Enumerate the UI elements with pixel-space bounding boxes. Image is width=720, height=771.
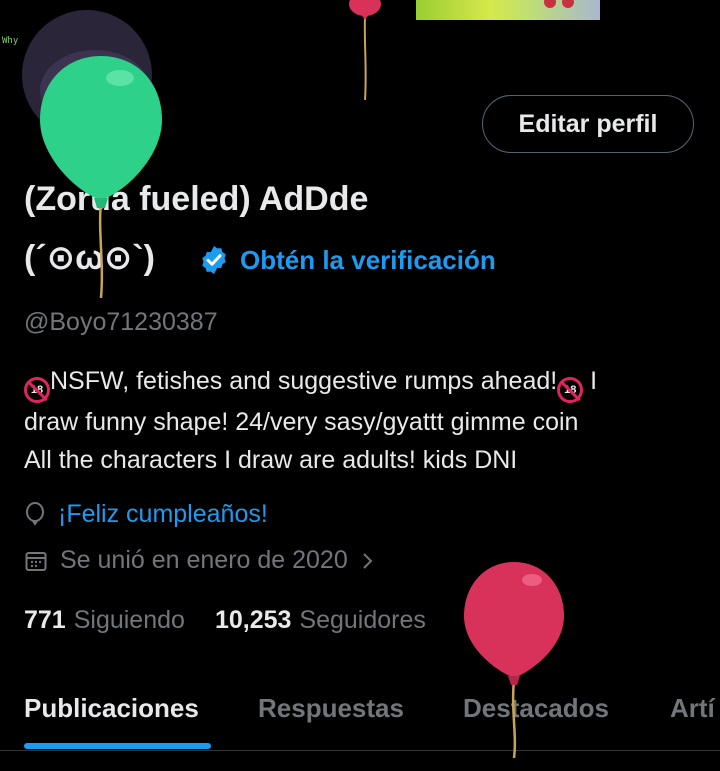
balloon-decoration (349, 0, 381, 101)
no-under-18-icon: 18 (557, 377, 584, 403)
banner-detail (544, 0, 556, 8)
bio-line: draw funny shape! 24/very sasy/gyattt gi… (24, 408, 579, 436)
active-tab-indicator (24, 743, 211, 749)
bio: 18 NSFW, fetishes and suggestive rumps ah… (24, 362, 704, 479)
bio-text: I (590, 367, 598, 395)
avatar-pupil (62, 72, 70, 80)
chevron-right-icon[interactable] (360, 550, 376, 572)
tab-respuestas[interactable]: Respuestas (258, 693, 404, 724)
birthday-row: ¡Feliz cumpleaños! (24, 500, 268, 529)
tab-articulos[interactable]: Artí (670, 693, 715, 724)
profile-tabs: Publicaciones Respuestas Destacados Artí (0, 676, 720, 752)
display-name-emoticon: (´⊙ω⊙`) (24, 239, 155, 277)
bio-line: 18 NSFW, fetishes and suggestive rumps ah… (24, 362, 704, 403)
edit-profile-button[interactable]: Editar perfil (482, 95, 694, 153)
followers-label: Seguidores (299, 606, 426, 634)
followers-link[interactable]: 10,253 Seguidores (215, 606, 426, 635)
verified-badge-icon (202, 246, 226, 274)
following-label: Siguiendo (73, 606, 185, 634)
calendar-icon (25, 551, 47, 571)
following-count: 771 (24, 606, 66, 634)
tab-publicaciones[interactable]: Publicaciones (24, 693, 199, 724)
balloon-icon (26, 501, 44, 526)
avatar[interactable] (22, 10, 152, 140)
follow-stats: 771 Siguiendo 10,253 Seguidores (24, 606, 426, 635)
joined-date: Se unió en enero de 2020 (60, 546, 348, 574)
joined-row[interactable]: Se unió en enero de 2020 (24, 546, 376, 575)
followers-count: 10,253 (214, 606, 292, 634)
get-verified-link[interactable]: Obtén la verificación (240, 245, 496, 276)
display-name: (Zorua fueled) AdDde (24, 180, 369, 218)
following-link[interactable]: 771 Siguiendo (24, 606, 185, 635)
banner-text: Why (2, 36, 19, 46)
banner-detail (562, 0, 574, 8)
banner-image[interactable] (416, 0, 600, 20)
verification-row[interactable]: Obtén la verificación (198, 244, 496, 276)
tabs-divider (0, 750, 720, 751)
bio-line: All the characters I draw are adults! ki… (24, 446, 518, 474)
birthday-link[interactable]: ¡Feliz cumpleaños! (58, 500, 268, 529)
bio-text: NSFW, fetishes and suggestive rumps ahea… (50, 367, 558, 395)
user-handle: @Boyo71230387 (24, 308, 218, 336)
no-under-18-icon: 18 (24, 377, 50, 403)
tab-destacados[interactable]: Destacados (463, 693, 609, 724)
avatar-face (40, 50, 150, 130)
